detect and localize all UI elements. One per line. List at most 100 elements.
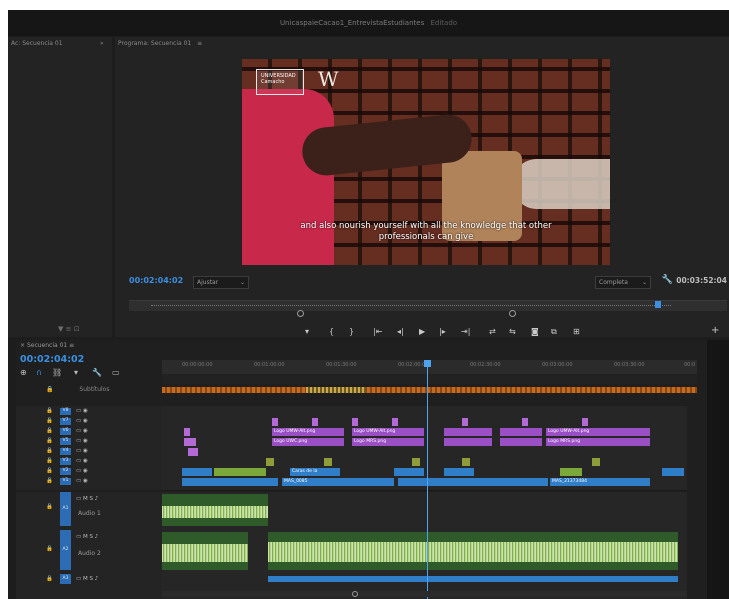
clip-v4[interactable] <box>188 448 198 456</box>
lock-icon[interactable]: 🔒 <box>46 458 53 464</box>
playhead-cap[interactable] <box>424 360 431 367</box>
scrub-playhead[interactable] <box>655 301 661 308</box>
track-label-v1[interactable]: V1 <box>60 478 71 485</box>
clip-v6-d[interactable] <box>500 428 542 436</box>
clip-v7[interactable] <box>522 418 528 426</box>
program-monitor-tab[interactable]: Programa: Secuencia 01 <box>118 40 191 47</box>
track-label-v8[interactable]: V8 <box>60 408 71 415</box>
clip-a2[interactable] <box>162 532 248 570</box>
clip-v2[interactable] <box>662 468 684 476</box>
safe-margins-icon[interactable]: ⊞ <box>573 327 580 336</box>
track-label-v5[interactable]: V5 <box>60 438 71 445</box>
track-label-v2[interactable]: V2 <box>60 468 71 475</box>
clip-v5-small[interactable] <box>184 438 196 446</box>
clip-v7[interactable] <box>462 418 468 426</box>
fit-dropdown[interactable]: Ajustar ⌄ <box>193 276 249 289</box>
eye-icon[interactable]: ▭ ◉ <box>76 428 88 434</box>
wrench-icon[interactable]: 🔧 <box>662 275 673 285</box>
clip-v3[interactable] <box>266 458 274 466</box>
linked-selection-icon[interactable]: ⛓ <box>52 368 62 377</box>
mute-icon[interactable]: ▭ M S ♪ <box>76 496 98 502</box>
clip-v6-a[interactable]: Logo UMW-Alt.png <box>272 428 344 436</box>
source-panel-footer-icons[interactable]: ▼ ≡ ⊡ <box>58 325 80 333</box>
clip-v2[interactable] <box>182 468 212 476</box>
eye-icon[interactable]: ▭ ◉ <box>76 478 88 484</box>
track-label-v7[interactable]: V7 <box>60 418 71 425</box>
lock-icon[interactable]: 🔒 <box>46 418 53 424</box>
timeline-tab[interactable]: × Secuencia 01 ≡ <box>20 342 74 349</box>
work-area-bar[interactable] <box>162 374 697 384</box>
eye-icon[interactable]: ▭ ◉ <box>76 418 88 424</box>
clip-v1-b[interactable]: MAS_21373484 <box>550 478 650 486</box>
close-icon[interactable]: × <box>20 342 25 349</box>
program-scrub-bar[interactable] <box>129 300 727 317</box>
timeline-menu-icon[interactable]: ≡ <box>69 342 74 349</box>
clip-v3[interactable] <box>324 458 332 466</box>
captions-icon[interactable]: ▭ <box>112 368 120 377</box>
clip-a1[interactable] <box>162 494 268 526</box>
export-frame-icon[interactable]: ◙ <box>531 327 539 336</box>
step-back-icon[interactable]: ◂| <box>397 327 404 336</box>
eye-icon[interactable]: ▭ ◉ <box>76 408 88 414</box>
clip-v5-b[interactable]: Logo MRS.png <box>352 438 424 446</box>
zoom-left-handle[interactable] <box>297 310 304 317</box>
wrench-icon[interactable]: 🔧 <box>92 368 102 377</box>
clip-v2[interactable] <box>394 468 424 476</box>
lock-icon[interactable]: 🔒 <box>46 576 53 582</box>
lock-icon[interactable]: 🔒 <box>46 478 53 484</box>
go-to-out-icon[interactable]: ⇥| <box>461 327 470 336</box>
panel-overflow-icon[interactable]: » <box>100 37 104 51</box>
marker-icon[interactable]: ▾ <box>305 327 309 336</box>
program-menu-icon[interactable]: ≡ <box>197 40 202 47</box>
clip-v2-a[interactable]: Caras de la <box>290 468 340 476</box>
lift-icon[interactable]: ⇄ <box>489 327 496 336</box>
timeline-timecode[interactable]: 00:02:04:02 <box>20 354 84 365</box>
mute-icon[interactable]: ▭ M S ♪ <box>76 534 98 540</box>
clip-v6-e[interactable]: Logo UMW-Alt.png <box>546 428 650 436</box>
program-current-timecode[interactable]: 00:02:04:02 <box>129 276 183 285</box>
quality-dropdown[interactable]: Completa ⌄ <box>595 276 651 289</box>
clip-v1[interactable] <box>182 478 278 486</box>
scroll-zoom-handle[interactable] <box>352 591 358 597</box>
clip-v1-a[interactable]: MAS_0085 <box>282 478 394 486</box>
clip-a2-main[interactable] <box>268 532 678 570</box>
clip-v5-e[interactable]: Logo MRS.png <box>546 438 650 446</box>
snap-icon[interactable]: ∩ <box>36 368 42 377</box>
nest-icon[interactable]: ⊕ <box>20 368 27 377</box>
lock-icon[interactable]: 🔒 <box>46 438 53 444</box>
track-label-a3[interactable]: A3 <box>60 574 71 584</box>
mark-out-icon[interactable]: } <box>349 327 354 336</box>
step-forward-icon[interactable]: |▸ <box>439 327 446 336</box>
clip-a3[interactable] <box>268 576 678 582</box>
lock-icon[interactable]: 🔒 <box>46 504 53 510</box>
track-label-v4[interactable]: V4 <box>60 448 71 455</box>
zoom-right-handle[interactable] <box>509 310 516 317</box>
clip-v3[interactable] <box>412 458 420 466</box>
source-panel-tab[interactable]: Ac: Secuencia 01 <box>11 40 63 47</box>
clip-v6-small[interactable] <box>184 428 190 436</box>
lock-icon[interactable]: 🔒 <box>46 428 53 434</box>
clip-v6-b[interactable]: Logo UMW-Alt.png <box>352 428 424 436</box>
track-label-v6[interactable]: V6 <box>60 428 71 435</box>
clip-v2[interactable] <box>214 468 266 476</box>
clip-v5-a[interactable]: Logo UWC.png <box>272 438 344 446</box>
eye-icon[interactable]: ▭ ◉ <box>76 468 88 474</box>
clip-v2[interactable] <box>444 468 474 476</box>
clip-v7[interactable] <box>272 418 278 426</box>
clip-v1[interactable] <box>398 478 548 486</box>
lock-icon[interactable]: 🔒 <box>46 386 53 393</box>
eye-icon[interactable]: ▭ ◉ <box>76 458 88 464</box>
clip-v5-c[interactable] <box>444 438 492 446</box>
eye-icon[interactable]: ▭ ◉ <box>76 438 88 444</box>
clip-v7[interactable] <box>582 418 588 426</box>
go-to-in-icon[interactable]: |⇤ <box>373 327 382 336</box>
clip-v3[interactable] <box>462 458 470 466</box>
clip-v7[interactable] <box>312 418 318 426</box>
clip-v3[interactable] <box>592 458 600 466</box>
mute-icon[interactable]: ▭ M S ♪ <box>76 576 98 582</box>
lock-icon[interactable]: 🔒 <box>46 468 53 474</box>
track-label-a1[interactable]: A1 <box>60 492 71 526</box>
add-marker-icon[interactable]: ▾ <box>74 368 78 377</box>
video-preview[interactable]: UNIVERSIDAD Camacho W and also nourish y… <box>242 59 610 265</box>
clip-v2[interactable] <box>560 468 582 476</box>
